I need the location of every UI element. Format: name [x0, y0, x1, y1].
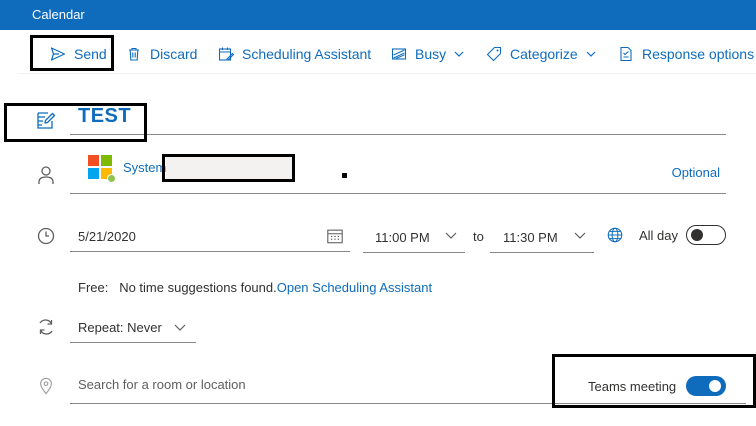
free-label: Free: [78, 280, 109, 295]
teams-meeting-label: Teams meeting [588, 379, 677, 394]
all-day-toggle[interactable] [686, 225, 726, 245]
send-button[interactable]: Send [50, 34, 107, 74]
globe-icon[interactable] [606, 226, 624, 244]
tag-icon [486, 46, 502, 62]
start-time-dropdown[interactable]: 11:00 PM [375, 230, 430, 245]
to-label: to [473, 229, 484, 244]
discard-button[interactable]: Discard [126, 34, 197, 74]
location-icon [37, 377, 55, 395]
title-underline [70, 134, 726, 135]
start-date-input[interactable]: 5/21/2020 [78, 229, 136, 244]
end-time-underline [490, 252, 594, 253]
location-input[interactable]: Search for a room or location [78, 377, 246, 392]
chevron-down-icon [574, 232, 586, 239]
busy-icon [391, 48, 407, 60]
teams-meeting-toggle[interactable] [686, 376, 726, 396]
calendar-icon[interactable] [326, 227, 344, 245]
busy-dropdown[interactable]: Busy [391, 34, 464, 74]
trash-icon [129, 47, 139, 61]
start-time-underline [363, 252, 465, 253]
all-day-label: All day [639, 228, 679, 243]
categorize-dropdown[interactable]: Categorize [486, 34, 596, 74]
command-toolbar: Send Discard Scheduling Assistant Busy C… [18, 34, 756, 74]
presence-indicator [107, 174, 116, 183]
send-label: Send [74, 46, 107, 62]
open-scheduling-assistant-link[interactable]: Open Scheduling Assistant [277, 280, 432, 295]
repeat-dropdown[interactable]: Repeat: Never [78, 320, 162, 335]
location-underline [70, 403, 746, 404]
response-options-button[interactable]: Response options [618, 34, 754, 74]
discard-label: Discard [150, 46, 198, 62]
chevron-down-icon [454, 51, 464, 57]
suggestion-text: No time suggestions found. [119, 280, 277, 295]
person-icon [36, 165, 56, 185]
optional-attendees-link[interactable]: Optional [672, 165, 720, 180]
attendee-chip[interactable]: System [123, 160, 166, 175]
scheduling-label: Scheduling Assistant [242, 46, 372, 62]
repeat-value: Never [127, 320, 162, 335]
repeat-label: Repeat: [78, 320, 124, 335]
categorize-label: Categorize [510, 46, 578, 62]
send-icon [50, 47, 66, 61]
chevron-down-icon [445, 232, 457, 239]
event-title-input[interactable]: TEST [78, 105, 131, 128]
busy-label: Busy [415, 46, 447, 62]
attendee-underline [70, 193, 726, 194]
response-label: Response options [642, 46, 755, 62]
app-title: Calendar [32, 7, 85, 22]
chevron-down-icon [174, 324, 186, 331]
clock-icon [36, 226, 56, 246]
redacted-attendee-detail [166, 157, 292, 179]
chevron-down-icon [586, 51, 596, 57]
scheduling-assistant-button[interactable]: Scheduling Assistant [218, 34, 371, 74]
repeat-icon [36, 317, 56, 337]
response-icon [620, 46, 632, 62]
start-date-underline [70, 251, 350, 252]
suggestion-row: Free: No time suggestions found.Open Sch… [78, 280, 432, 295]
stray-mark [342, 173, 347, 178]
edit-title-icon [36, 110, 56, 130]
repeat-underline [70, 342, 196, 343]
title-bar: Calendar [0, 0, 756, 30]
scheduling-icon [218, 47, 234, 61]
end-time-dropdown[interactable]: 11:30 PM [503, 230, 558, 245]
